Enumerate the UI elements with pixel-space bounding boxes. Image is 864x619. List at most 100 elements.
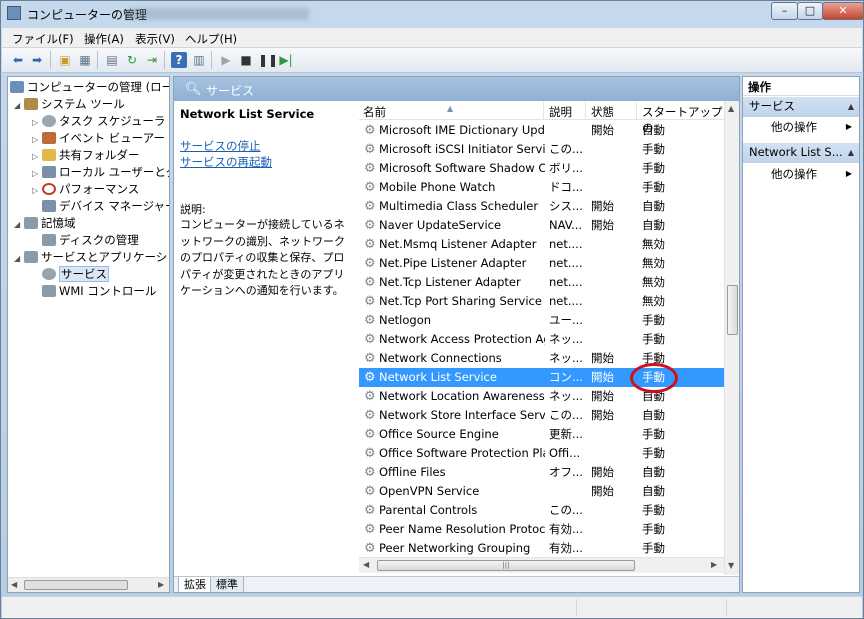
- services-horizontal-scrollbar[interactable]: ◀ ||| ▶: [359, 557, 724, 573]
- table-row[interactable]: ⚙ Peer Name Resolution Protocol 有効... 手動: [359, 520, 724, 539]
- service-startup-type: 手動: [642, 503, 665, 517]
- toolbar-separator: [97, 51, 98, 69]
- more-actions-item[interactable]: 他の操作 ▶: [743, 164, 859, 184]
- maximize-button[interactable]: □: [797, 2, 823, 20]
- table-row[interactable]: ⚙ Net.Msmq Listener Adapter net.... 無効: [359, 235, 724, 254]
- table-row[interactable]: ⚙ Microsoft iSCSI Initiator Service この... 手…: [359, 140, 724, 159]
- table-row[interactable]: ⚙Microsoft IME Dictionary Update 開始 自動: [359, 121, 724, 140]
- refresh-icon[interactable]: ↻: [124, 52, 140, 68]
- table-row[interactable]: ⚙ Net.Tcp Port Sharing Service net.... 無効: [359, 292, 724, 311]
- close-button[interactable]: ✕: [822, 2, 864, 20]
- table-row[interactable]: ⚙ Naver UpdateService NAV... 開始 自動: [359, 216, 724, 235]
- tree-item-services-and-applications[interactable]: ◢ サービスとアプリケーショ: [14, 249, 169, 267]
- properties-icon[interactable]: ▤: [104, 52, 120, 68]
- expanded-twisty-icon[interactable]: ◢: [14, 250, 24, 267]
- collapsed-twisty-icon[interactable]: ▷: [32, 165, 42, 182]
- collapse-caret-icon[interactable]: ▲: [848, 97, 854, 116]
- service-startup-type: 手動: [642, 427, 665, 441]
- service-gear-icon: ⚙: [364, 484, 376, 499]
- up-folder-icon[interactable]: ▣: [57, 52, 73, 68]
- play-icon[interactable]: ▶: [218, 52, 234, 68]
- table-row[interactable]: ⚙ Network Store Interface Servi... この... 開始…: [359, 406, 724, 425]
- menu-view[interactable]: 表示(V): [135, 31, 175, 47]
- table-row[interactable]: ⚙ Office Software Protection Pla... Offi..…: [359, 444, 724, 463]
- collapsed-twisty-icon[interactable]: ▷: [32, 131, 42, 148]
- tree-item-disk-management[interactable]: ディスクの管理: [32, 232, 139, 249]
- scroll-thumb[interactable]: [727, 285, 738, 335]
- scroll-left-icon[interactable]: ◀: [11, 580, 17, 589]
- actions-group-services[interactable]: サービス ▲: [743, 97, 859, 117]
- tree-item-device-manager[interactable]: デバイス マネージャー: [32, 198, 169, 215]
- scroll-down-icon[interactable]: ▼: [728, 561, 734, 570]
- expanded-twisty-icon[interactable]: ◢: [14, 97, 24, 114]
- tab-standard[interactable]: 標準: [210, 577, 244, 592]
- scroll-thumb[interactable]: [24, 580, 128, 590]
- pause-icon[interactable]: ❚❚: [258, 52, 278, 68]
- expanded-twisty-icon[interactable]: ◢: [14, 216, 24, 233]
- collapsed-twisty-icon[interactable]: ▷: [32, 148, 42, 165]
- scroll-right-icon[interactable]: ▶: [158, 580, 164, 589]
- service-description: Offi...: [549, 446, 581, 460]
- stop-service-link[interactable]: サービスの停止: [180, 138, 261, 154]
- table-row[interactable]: ⚙ Microsoft Software Shadow C... ボリ... 手動: [359, 159, 724, 178]
- table-row[interactable]: ⚙ Network Connections ネッ... 開始 手動: [359, 349, 724, 368]
- tree-horizontal-scrollbar[interactable]: ◀ ▶: [8, 577, 169, 592]
- back-arrow-icon[interactable]: ⬅: [10, 52, 26, 68]
- table-row[interactable]: ⚙ Net.Pipe Listener Adapter net.... 無効: [359, 254, 724, 273]
- menu-help[interactable]: ヘルプ(H): [185, 31, 237, 47]
- table-row[interactable]: ⚙ Multimedia Class Scheduler シス... 開始 自動: [359, 197, 724, 216]
- collapsed-twisty-icon[interactable]: ▷: [32, 114, 42, 131]
- stop-icon[interactable]: ■: [238, 52, 254, 68]
- menu-file[interactable]: ファイル(F): [12, 31, 74, 47]
- more-actions-item[interactable]: 他の操作 ▶: [743, 117, 859, 137]
- help-icon[interactable]: ?: [171, 52, 187, 68]
- scroll-right-icon[interactable]: ▶: [711, 560, 717, 569]
- title-bar[interactable]: コンピューターの管理 – □ ✕: [1, 1, 864, 27]
- tree-item-local-users[interactable]: ▷ ローカル ユーザーとグ: [32, 164, 169, 182]
- service-gear-icon: ⚙: [364, 237, 376, 252]
- restart-service-link[interactable]: サービスの再起動: [180, 154, 272, 170]
- restart-icon[interactable]: ▶|: [278, 52, 294, 68]
- scroll-left-icon[interactable]: ◀: [363, 560, 369, 569]
- table-row[interactable]: ⚙ Net.Tcp Listener Adapter net.... 無効: [359, 273, 724, 292]
- service-startup-type: 無効: [642, 294, 665, 308]
- table-row[interactable]: ⚙ OpenVPN Service 開始 自動: [359, 482, 724, 501]
- table-row[interactable]: ⚙ Mobile Phone Watch ドコ... 手動: [359, 178, 724, 197]
- show-hide-action-pane-icon[interactable]: ▥: [191, 52, 207, 68]
- export-list-icon[interactable]: ⇥: [144, 52, 160, 68]
- column-header-status[interactable]: 状態: [591, 104, 614, 120]
- tree-item-event-viewer[interactable]: ▷ イベント ビューアー: [32, 130, 165, 147]
- actions-group-title: Network List S...: [749, 145, 843, 159]
- tab-extended[interactable]: 拡張: [178, 577, 212, 592]
- collapse-caret-icon[interactable]: ▲: [848, 143, 854, 162]
- table-row[interactable]: ⚙ Network Location Awareness ネッ... 開始 自動: [359, 387, 724, 406]
- menu-action[interactable]: 操作(A): [84, 31, 124, 47]
- forward-arrow-icon[interactable]: ➡: [29, 52, 45, 68]
- tree-item-task-scheduler[interactable]: ▷ タスク スケジューラ: [32, 113, 165, 130]
- tree-item-computer-management[interactable]: コンピューターの管理 (ローカ: [10, 79, 169, 96]
- tree-item-services[interactable]: サービス: [32, 266, 109, 283]
- actions-group-network-list-service[interactable]: Network List S... ▲: [743, 143, 859, 163]
- service-name: Office Software Protection Pla...: [379, 446, 545, 460]
- table-row[interactable]: ⚙ Parental Controls この... 手動: [359, 501, 724, 520]
- tree-item-wmi-control[interactable]: WMI コントロール: [32, 283, 156, 300]
- tree-item-shared-folders[interactable]: ▷ 共有フォルダー: [32, 147, 140, 164]
- table-row[interactable]: ⚙ Netlogon ユー... 手動: [359, 311, 724, 330]
- tree-item-system-tools[interactable]: ◢ システム ツール: [14, 96, 125, 113]
- table-row[interactable]: ⚙ Peer Networking Grouping 有効... 手動: [359, 539, 724, 558]
- table-row[interactable]: ⚙ Offline Files オフ... 開始 自動: [359, 463, 724, 482]
- services-vertical-scrollbar[interactable]: ▲ ▼: [724, 101, 739, 575]
- scroll-up-icon[interactable]: ▲: [728, 104, 734, 113]
- tree-item-storage[interactable]: ◢ 記憶域: [14, 215, 76, 232]
- table-row[interactable]: ⚙ Network Access Protection Ag... ネッ... 手動: [359, 330, 724, 349]
- table-row[interactable]: ⚙ Office Source Engine 更新... 手動: [359, 425, 724, 444]
- minimize-button[interactable]: –: [771, 2, 798, 20]
- collapsed-twisty-icon[interactable]: ▷: [32, 182, 42, 199]
- tree-item-performance[interactable]: ▷ パフォーマンス: [32, 181, 139, 198]
- show-hide-tree-icon[interactable]: ▦: [77, 52, 93, 68]
- service-startup-type: 自動: [642, 218, 665, 232]
- column-header-description[interactable]: 説明: [549, 104, 572, 120]
- service-status: 開始: [591, 408, 614, 422]
- scroll-thumb[interactable]: |||: [377, 560, 635, 571]
- column-header-name[interactable]: 名前: [363, 104, 386, 120]
